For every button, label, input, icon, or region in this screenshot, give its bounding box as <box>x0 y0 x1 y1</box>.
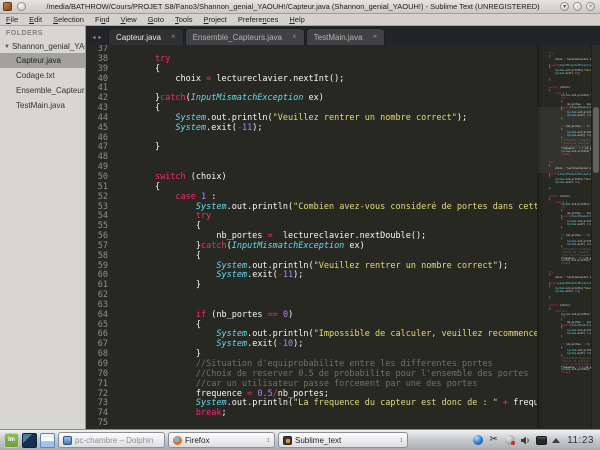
firefox-icon <box>173 436 182 445</box>
sidebar-item-ensemble-capteurs-java[interactable]: Ensemble_Capteurs.java <box>0 83 85 98</box>
show-desktop-icon[interactable] <box>22 433 37 448</box>
tab-scroll-right-icon[interactable]: ▸ <box>99 34 102 41</box>
menu-view[interactable]: View <box>121 15 137 24</box>
tab-strip: Capteur.java×Ensemble_Capteurs.java×Test… <box>108 28 386 45</box>
sidebar-root-folder[interactable]: ▼ Shannon_genial_YAOUH! <box>0 40 85 53</box>
menu-project[interactable]: Project <box>204 15 227 24</box>
code-line: choix = lectureclavier.nextInt(); <box>537 277 591 280</box>
menu-edit[interactable]: Edit <box>29 15 42 24</box>
tab-label: TestMain.java <box>314 33 363 42</box>
tab-label: Ensemble_Capteurs.java <box>193 33 282 42</box>
desktop: /media/BATHROW/Cours/PROJET S8/Fano3/Sha… <box>0 0 600 450</box>
close-button[interactable]: × <box>586 2 595 11</box>
code-line[interactable] <box>114 134 537 144</box>
main-area: FOLDERS ▼ Shannon_genial_YAOUH! Capteur.… <box>0 26 600 429</box>
window-menu-button[interactable] <box>17 2 26 11</box>
klipper-scissors-icon[interactable]: ✂ <box>488 435 499 446</box>
dolphin-icon <box>63 436 72 445</box>
sublime-app-icon <box>3 2 12 11</box>
tab-capteur-java[interactable]: Capteur.java × <box>108 28 184 45</box>
menu-selection[interactable]: Selection <box>53 15 84 24</box>
sidebar-item-testmain-java[interactable]: TestMain.java <box>0 98 85 113</box>
code-line[interactable] <box>114 291 537 301</box>
code-line[interactable]: choix = lectureclavier.nextInt(); <box>114 75 537 85</box>
maximize-button[interactable]: ◦ <box>573 2 582 11</box>
tab-scroll-arrows[interactable]: ◂ ▸ <box>86 29 108 45</box>
window-title: /media/BATHROW/Cours/PROJET S8/Fano3/Sha… <box>28 2 558 11</box>
minimap-content: try { choix = lectureclavier.nextInt(); … <box>537 51 591 378</box>
editor: ◂ ▸ Capteur.java × Ensemble_Capteurs.java ×… <box>86 26 600 429</box>
code-line[interactable]: } <box>114 281 537 291</box>
clock[interactable]: 11:23 <box>565 435 596 446</box>
sidebar-file-list: Capteur.javaCodage.txtEnsemble_Capteurs.… <box>0 53 85 113</box>
code-line[interactable]: switch (choix) <box>114 173 537 183</box>
code-line[interactable] <box>114 45 537 55</box>
task-button-sublime-text[interactable]: Sublime_text↕ <box>278 432 408 448</box>
code-line[interactable] <box>114 419 537 429</box>
folders-header: FOLDERS <box>0 26 85 40</box>
network-tray-icon[interactable] <box>504 435 515 446</box>
device-notifier-icon[interactable] <box>536 435 547 446</box>
menu-help[interactable]: Help <box>289 15 304 24</box>
tab-label: Capteur.java <box>116 33 161 42</box>
mint-menu-icon[interactable]: lm <box>4 433 19 448</box>
tab-close-icon[interactable]: × <box>292 33 297 41</box>
code-line <box>537 375 591 378</box>
sidebar-item-codage-txt[interactable]: Codage.txt <box>0 68 85 83</box>
code-line[interactable]: try <box>114 55 537 65</box>
info-tray-icon[interactable] <box>472 435 483 446</box>
code-line[interactable]: System.exit(-11); <box>114 124 537 134</box>
window-titlebar: /media/BATHROW/Cours/PROJET S8/Fano3/Sha… <box>0 0 600 14</box>
task-scroll-icon: ↕ <box>267 437 271 444</box>
task-scroll-icon: ↕ <box>400 437 404 444</box>
tab-ensemble-capteurs-java[interactable]: Ensemble_Capteurs.java × <box>185 28 305 45</box>
line-number: 75 <box>86 419 108 429</box>
tab-bar: ◂ ▸ Capteur.java × Ensemble_Capteurs.java ×… <box>86 26 600 45</box>
menu-file[interactable]: File <box>6 15 18 24</box>
code-view[interactable]: try { choix = lectureclavier.nextInt(); … <box>114 45 537 429</box>
tab-scroll-left-icon[interactable]: ◂ <box>92 34 95 41</box>
code-line[interactable]: } <box>114 143 537 153</box>
speaker-glyph <box>520 435 531 446</box>
menu-preferences[interactable]: Preferences <box>238 15 278 24</box>
task-label: pc-chambre – Dolphin <box>75 436 160 445</box>
task-list: pc-chambre – DolphinFirefox↕Sublime_text… <box>58 432 408 448</box>
code-line[interactable]: }catch(InputMismatchException ex) <box>114 94 537 104</box>
minimap-viewport <box>537 107 591 173</box>
code-line[interactable] <box>114 153 537 163</box>
tab-close-icon[interactable]: × <box>373 33 378 41</box>
code-line: choix = lectureclavier.nextInt(); <box>537 59 591 62</box>
menu-bar: File Edit Selection Find View Goto Tools Projec… <box>0 14 600 26</box>
sidebar: FOLDERS ▼ Shannon_genial_YAOUH! Capteur.… <box>0 26 86 429</box>
task-button-pc-chambre-dolphin[interactable]: pc-chambre – Dolphin <box>58 432 165 448</box>
tab-close-icon[interactable]: × <box>171 33 176 41</box>
vertical-scrollbar[interactable] <box>591 45 600 429</box>
folder-expanded-icon: ▼ <box>4 44 10 50</box>
menu-tools[interactable]: Tools <box>175 15 193 24</box>
menu-goto[interactable]: Goto <box>148 15 164 24</box>
sublime-icon <box>283 436 292 445</box>
minimap[interactable]: try { choix = lectureclavier.nextInt(); … <box>537 45 591 429</box>
sidebar-item-capteur-java[interactable]: Capteur.java <box>0 53 85 68</box>
task-button-firefox[interactable]: Firefox↕ <box>168 432 275 448</box>
tab-testmain-java[interactable]: TestMain.java × <box>306 28 386 45</box>
menu-find[interactable]: Find <box>95 15 110 24</box>
file-manager-icon[interactable] <box>40 433 55 448</box>
minimize-button[interactable]: ▾ <box>560 2 569 11</box>
panel-expander-icon[interactable] <box>552 438 560 443</box>
scrollbar-thumb[interactable] <box>593 107 599 173</box>
volume-icon[interactable] <box>520 435 531 446</box>
code-line[interactable]: break; <box>114 409 537 419</box>
taskbar: lm pc-chambre – DolphinFirefox↕Sublime_t… <box>0 429 600 450</box>
system-tray: ✂ 11:23 <box>472 435 596 446</box>
line-number-gutter: 3738394041424344454647484950515253545556… <box>86 45 114 429</box>
root-folder-label: Shannon_genial_YAOUH! <box>12 42 85 51</box>
code-area: 3738394041424344454647484950515253545556… <box>86 45 600 429</box>
task-label: Firefox <box>185 436 264 445</box>
task-label: Sublime_text <box>295 436 397 445</box>
